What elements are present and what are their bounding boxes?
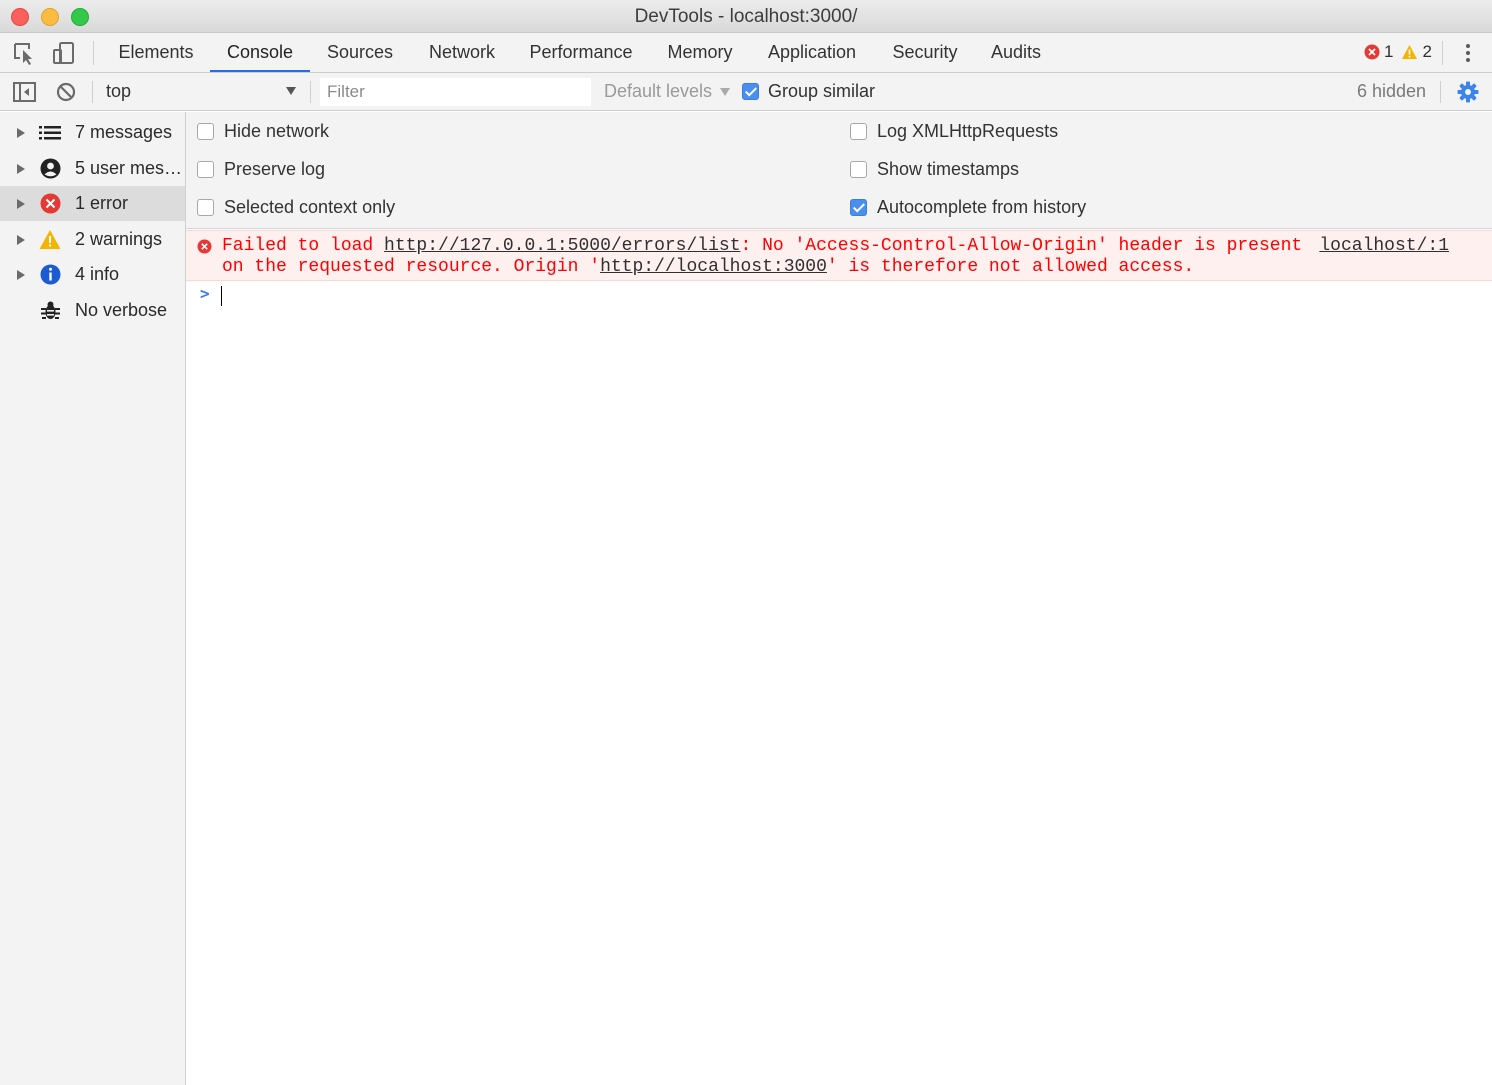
- expand-arrow-icon[interactable]: [17, 269, 25, 280]
- clear-console-icon[interactable]: [53, 80, 79, 104]
- console-prompt[interactable]: >: [186, 283, 1492, 309]
- sidebar-item-errors[interactable]: 1 error: [0, 186, 185, 221]
- filter-input[interactable]: [320, 78, 591, 106]
- sidebar-item-label: 1 error: [75, 193, 129, 213]
- toolbar-divider: [1442, 41, 1443, 65]
- expand-arrow-icon[interactable]: [17, 198, 25, 209]
- console-toolbar: top Default levels Group similar 6 hidde…: [0, 73, 1492, 111]
- bug-icon: [39, 300, 61, 322]
- window-title: DevTools - localhost:3000/: [634, 6, 858, 27]
- hidden-count: 6 hidden: [1357, 81, 1427, 101]
- prompt-chevron-icon: >: [200, 284, 210, 303]
- setting-label: Hide network: [224, 121, 330, 141]
- sidebar-item-user-messages[interactable]: 5 user mes…: [0, 151, 185, 186]
- origin-link[interactable]: http://localhost:3000: [600, 257, 827, 277]
- console-sidebar: 7 messages 5 user mes… 1 error 2 warning…: [0, 112, 186, 1085]
- devtools-tabbar: Elements Console Sources Network Perform…: [0, 33, 1492, 73]
- expand-arrow-icon[interactable]: [17, 163, 25, 174]
- sidebar-item-messages[interactable]: 7 messages: [0, 115, 185, 150]
- console-settings-gear-icon[interactable]: [1456, 80, 1480, 104]
- sidebar-item-label: No verbose: [75, 300, 168, 320]
- setting-label: Log XMLHttpRequests: [877, 121, 1059, 141]
- console-error-message: Failed to load http://127.0.0.1:5000/err…: [186, 230, 1492, 281]
- issue-counts[interactable]: 1 2: [1364, 42, 1432, 62]
- tab-memory[interactable]: Memory: [654, 33, 746, 72]
- tab-application[interactable]: Application: [754, 33, 870, 72]
- setting-hide-network[interactable]: Hide network: [197, 121, 329, 142]
- warning-icon: [39, 229, 61, 251]
- error-text: : No 'Access-Control-Allow-Origin' heade…: [740, 236, 1303, 256]
- tab-elements[interactable]: Elements: [106, 33, 206, 72]
- autocomplete-history-checkbox[interactable]: [850, 199, 867, 216]
- error-text: ' is therefore not allowed access.: [826, 257, 1195, 277]
- error-count: 1: [1384, 42, 1394, 61]
- error-text: Failed to load: [222, 236, 385, 256]
- chevron-down-icon: [286, 87, 296, 95]
- error-line-2: on the requested resource. Origin 'http:…: [222, 257, 1194, 278]
- selected-context-only-checkbox[interactable]: [197, 199, 214, 216]
- console-settings-pane: Hide network Preserve log Selected conte…: [186, 112, 1492, 229]
- toolbar-divider: [92, 81, 93, 103]
- tab-audits[interactable]: Audits: [980, 33, 1052, 72]
- context-selector-value: top: [106, 81, 132, 101]
- window-titlebar: DevTools - localhost:3000/: [0, 0, 1492, 33]
- sidebar-item-label: 2 warnings: [75, 229, 163, 249]
- setting-autocomplete-history[interactable]: Autocomplete from history: [850, 197, 1086, 218]
- error-count-icon: [1364, 44, 1380, 60]
- tab-performance[interactable]: Performance: [518, 33, 644, 72]
- list-icon: [39, 122, 61, 144]
- expand-arrow-icon[interactable]: [17, 234, 25, 245]
- info-icon: [39, 264, 61, 286]
- tab-console[interactable]: Console: [210, 33, 310, 72]
- group-similar-label: Group similar: [768, 81, 876, 101]
- sidebar-item-label: 7 messages: [75, 122, 173, 142]
- tab-network[interactable]: Network: [414, 33, 510, 72]
- setting-show-timestamps[interactable]: Show timestamps: [850, 159, 1019, 180]
- group-similar-checkbox[interactable]: [742, 83, 759, 100]
- setting-label: Show timestamps: [877, 159, 1020, 179]
- show-timestamps-checkbox[interactable]: [850, 161, 867, 178]
- sidebar-item-verbose[interactable]: No verbose: [0, 293, 185, 328]
- error-url-link[interactable]: http://127.0.0.1:5000/errors/list: [384, 236, 740, 256]
- setting-label: Preserve log: [224, 159, 326, 179]
- toolbar-divider: [310, 81, 311, 103]
- more-options-icon[interactable]: [1456, 41, 1480, 65]
- show-sidebar-icon[interactable]: [12, 80, 38, 104]
- preserve-log-checkbox[interactable]: [197, 161, 214, 178]
- sidebar-item-info[interactable]: 4 info: [0, 257, 185, 292]
- error-text: on the requested resource. Origin ': [222, 257, 601, 277]
- hide-network-checkbox[interactable]: [197, 123, 214, 140]
- toolbar-divider: [93, 41, 94, 65]
- expand-arrow-icon[interactable]: [17, 127, 25, 138]
- user-icon: [39, 158, 61, 180]
- error-icon: [197, 239, 212, 260]
- setting-log-xhr[interactable]: Log XMLHttpRequests: [850, 121, 1058, 142]
- setting-label: Selected context only: [224, 197, 396, 217]
- inspect-element-icon[interactable]: [12, 41, 38, 65]
- warning-count: 2: [1422, 42, 1432, 61]
- setting-preserve-log[interactable]: Preserve log: [197, 159, 325, 180]
- sidebar-item-warnings[interactable]: 2 warnings: [0, 222, 185, 257]
- sidebar-item-label: 5 user mes…: [75, 158, 183, 178]
- warning-count-icon: [1402, 45, 1418, 59]
- group-similar-toggle[interactable]: Group similar: [742, 73, 875, 110]
- error-source-link[interactable]: localhost/:1: [1319, 236, 1449, 256]
- context-selector[interactable]: top: [105, 73, 300, 110]
- tab-sources[interactable]: Sources: [314, 33, 406, 72]
- setting-selected-context-only[interactable]: Selected context only: [197, 197, 395, 218]
- default-levels-label: Default levels: [604, 81, 713, 101]
- default-levels-dropdown[interactable]: Default levels: [604, 73, 731, 110]
- error-icon: [39, 193, 61, 215]
- setting-label: Autocomplete from history: [877, 197, 1087, 217]
- sidebar-item-label: 4 info: [75, 264, 120, 284]
- device-toolbar-icon[interactable]: [51, 41, 77, 65]
- text-cursor: [221, 286, 222, 306]
- log-xhr-checkbox[interactable]: [850, 123, 867, 140]
- chevron-down-icon: [720, 87, 731, 96]
- error-line-1: Failed to load http://127.0.0.1:5000/err…: [222, 236, 1302, 257]
- tab-security[interactable]: Security: [880, 33, 970, 72]
- toolbar-divider: [1440, 81, 1441, 103]
